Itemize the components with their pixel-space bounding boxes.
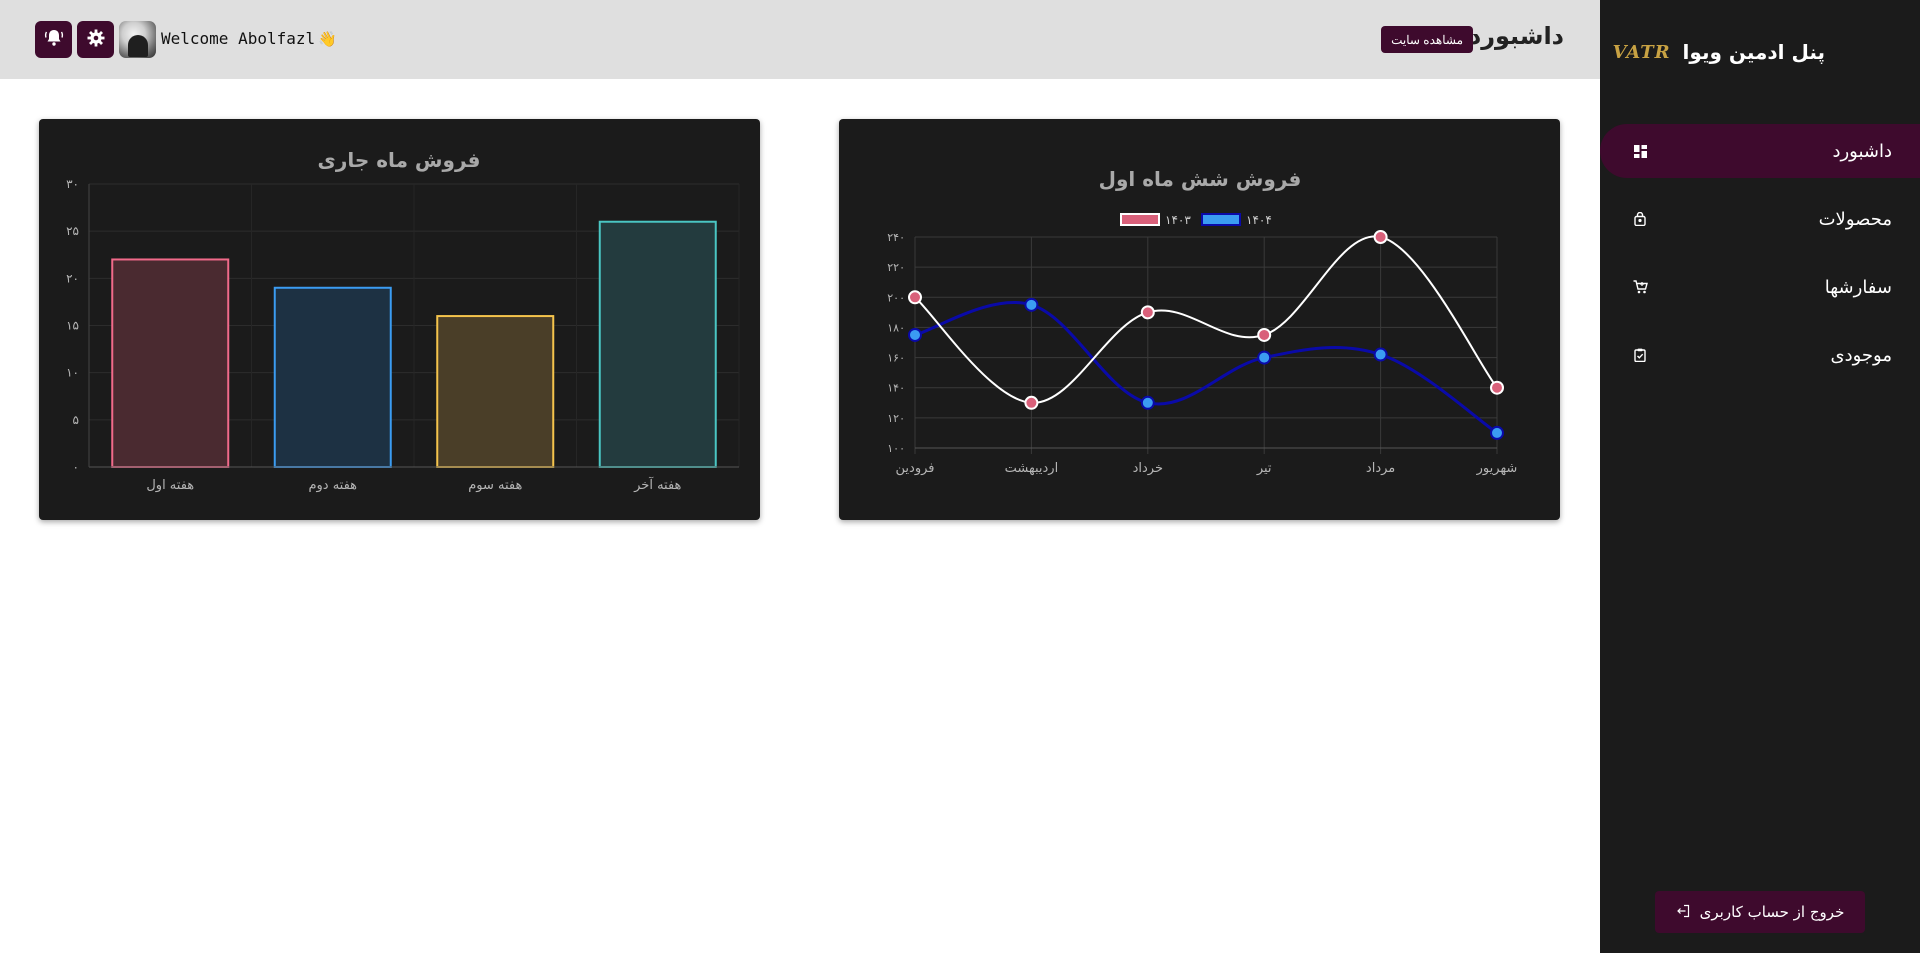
- y-tick-label: ۲۵: [66, 224, 79, 238]
- clipboard-check-icon: [1632, 347, 1648, 363]
- data-point: [1490, 380, 1504, 395]
- logout-label: خروج از حساب کاربری: [1699, 903, 1845, 921]
- x-tick-label: هفته دوم: [308, 478, 357, 493]
- y-tick-label: ۳۰: [66, 177, 79, 191]
- y-tick-label: ۲۴۰: [887, 231, 905, 244]
- chart-title: فروش شش ماه اول: [1099, 167, 1302, 191]
- data-point: [908, 327, 922, 342]
- y-tick-label: ۱۰۰: [887, 442, 905, 455]
- sidebar-item-label: داشبورد: [1832, 140, 1892, 162]
- brand[interactable]: پنل ادمین ویوا VATR: [1613, 40, 1825, 64]
- legend-label: ۱۴۰۴: [1246, 213, 1272, 227]
- data-point: [1024, 395, 1039, 410]
- y-tick-label: ۰: [73, 460, 79, 474]
- chart-title: فروش ماه جاری: [318, 148, 481, 172]
- sidebar-nav: داشبورد محصولات سفارشها موجودی: [1600, 124, 1920, 396]
- gear-icon: [87, 29, 105, 51]
- sidebar-item-dashboard[interactable]: داشبورد: [1600, 124, 1920, 178]
- y-tick-label: ۱۸۰: [887, 321, 905, 334]
- y-tick-label: ۱۰: [66, 366, 79, 380]
- x-tick-label: هفته اول: [146, 478, 194, 493]
- y-tick-label: ۱۶۰: [887, 352, 905, 365]
- brand-logo: VATR: [1612, 41, 1671, 63]
- six-month-sales-card: فروش شش ماه اول ۱۴۰۳ ۱۴۰۴ ۱۰۰ ۱۲۰ ۱۴۰ ۱۶۰ ۱۸۰ ۲۰…: [839, 119, 1560, 520]
- data-point: [1490, 425, 1504, 440]
- data-point: [1373, 347, 1388, 362]
- welcome-message: Welcome Abolfazl 👋: [161, 29, 337, 48]
- bag-icon: [1632, 211, 1648, 227]
- waving-hand-icon: 👋: [318, 29, 337, 48]
- y-tick-label: ۱۵: [66, 319, 79, 333]
- line-chart: فروش شش ماه اول ۱۴۰۳ ۱۴۰۴ ۱۰۰ ۱۲۰ ۱۴۰ ۱۶۰ ۱۸۰ ۲۰…: [887, 167, 1518, 476]
- data-point: [1140, 395, 1155, 410]
- data-point: [1024, 297, 1039, 312]
- series-line: [914, 235, 1498, 404]
- x-tick-label: اردیبهشت: [1005, 461, 1059, 476]
- notifications-button[interactable]: [35, 21, 72, 58]
- brand-title: پنل ادمین ویوا: [1682, 40, 1825, 64]
- data-point: [908, 290, 922, 305]
- sidebar-item-orders[interactable]: سفارشها: [1600, 260, 1920, 314]
- current-month-sales-card: فروش ماه جاری ۰ ۵ ۱۰ ۱۵ ۲۰ ۲۵ ۳۰ هفته اول هفته دو…: [39, 119, 760, 520]
- y-tick-label: ۲۲۰: [887, 261, 905, 274]
- y-tick-label: ۱۴۰: [887, 382, 905, 395]
- y-tick-label: ۵: [73, 413, 79, 427]
- data-point: [1140, 305, 1155, 320]
- app-root: پنل ادمین ویوا VATR داشبورد محصولات سفار…: [0, 0, 1920, 953]
- x-tick-label: هفته آخر: [633, 476, 681, 493]
- view-site-button[interactable]: مشاهده سایت: [1381, 26, 1473, 53]
- logout-icon: [1676, 903, 1690, 922]
- bar: [598, 220, 717, 468]
- x-tick-label: تیر: [1256, 461, 1272, 476]
- logout-button[interactable]: خروج از حساب کاربری: [1655, 891, 1865, 933]
- sidebar-item-products[interactable]: محصولات: [1600, 192, 1920, 246]
- series-line: [914, 301, 1498, 435]
- sidebar-item-inventory[interactable]: موجودی: [1600, 328, 1920, 382]
- data-point: [1373, 230, 1388, 244]
- legend-label: ۱۴۰۳: [1165, 213, 1191, 227]
- sidebar-item-label: موجودی: [1830, 344, 1892, 366]
- top-header: داشبورد مشاهده سایت Welcome Abolfazl 👋: [0, 0, 1600, 79]
- legend-swatch: [1120, 213, 1160, 226]
- page-title: داشبورد: [1468, 22, 1564, 50]
- legend-swatch: [1201, 213, 1241, 226]
- bar: [273, 286, 392, 468]
- welcome-text: Welcome Abolfazl: [161, 29, 316, 48]
- sidebar: پنل ادمین ویوا VATR داشبورد محصولات سفار…: [1600, 0, 1920, 953]
- sidebar-item-label: محصولات: [1818, 208, 1892, 230]
- bell-icon: [43, 28, 65, 52]
- data-point: [1257, 327, 1272, 342]
- y-tick-label: ۲۰: [66, 271, 79, 285]
- avatar[interactable]: [119, 21, 156, 58]
- x-tick-label: فرودین: [896, 461, 935, 476]
- x-tick-label: مرداد: [1366, 461, 1395, 476]
- sidebar-item-label: سفارشها: [1824, 276, 1892, 298]
- y-tick-label: ۲۰۰: [887, 291, 905, 304]
- dashboard-icon: [1632, 143, 1648, 159]
- x-tick-label: خرداد: [1133, 461, 1163, 476]
- data-point: [1257, 350, 1272, 365]
- x-tick-label: شهریور: [1476, 461, 1518, 476]
- bar: [111, 258, 230, 468]
- cart-icon: [1632, 279, 1648, 295]
- bar: [436, 315, 555, 468]
- settings-button[interactable]: [77, 21, 114, 58]
- y-tick-label: ۱۲۰: [887, 412, 905, 425]
- bar-chart: فروش ماه جاری ۰ ۵ ۱۰ ۱۵ ۲۰ ۲۵ ۳۰ هفته اول هفته دو…: [66, 148, 740, 493]
- x-tick-label: هفته سوم: [468, 478, 522, 493]
